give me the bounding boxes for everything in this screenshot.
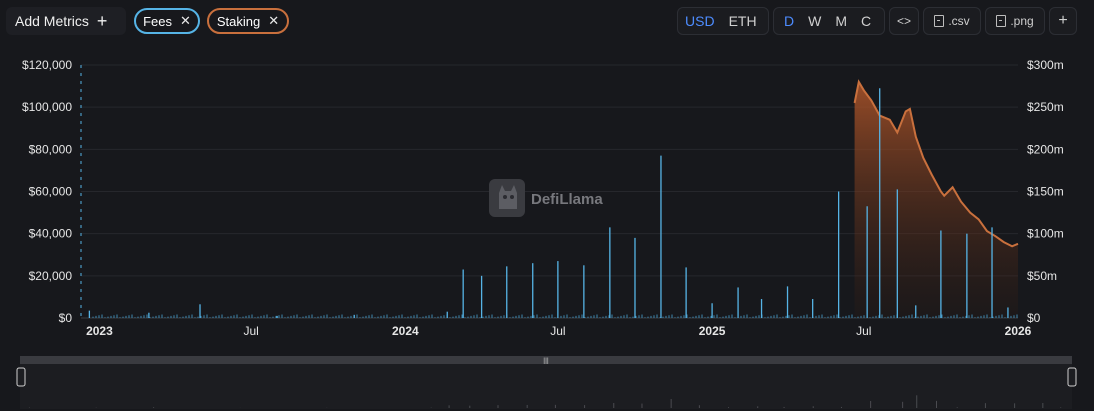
y-left-tick-label: $100,000 [22, 100, 72, 114]
y-right-tick-label: $50m [1027, 269, 1057, 283]
x-tick-label: Jul [243, 324, 258, 338]
add-metrics-button[interactable]: Add Metrics + [6, 7, 126, 35]
y-axis-left: $0 $20,000 $40,000 $60,000 $80,000 $100,000 $1… [22, 58, 82, 325]
y-left-tick-label: $40,000 [29, 227, 73, 241]
currency-option-eth[interactable]: ETH [722, 13, 764, 29]
granularity-option-w[interactable]: W [801, 13, 828, 29]
range-navigator[interactable]: ||| [16, 356, 1077, 409]
expand-button[interactable]: + [1049, 7, 1077, 35]
y-right-tick-label: $200m [1027, 142, 1064, 156]
file-icon [996, 15, 1007, 27]
y-left-tick-label: $80,000 [29, 142, 73, 156]
download-csv-button[interactable]: .csv [923, 7, 981, 35]
add-metrics-label: Add Metrics [15, 13, 89, 29]
navigator-right-handle[interactable] [1067, 367, 1077, 387]
csv-label: .csv [948, 14, 970, 28]
x-tick-label: 2025 [699, 324, 726, 338]
x-tick-label: Jul [856, 324, 871, 338]
y-left-tick-label: $20,000 [29, 269, 73, 283]
pill-label: Fees [143, 13, 172, 29]
y-right-tick-label: $0 [1027, 311, 1041, 325]
x-tick-label: Jul [550, 324, 565, 338]
embed-button[interactable]: <> [889, 7, 919, 35]
granularity-option-m[interactable]: M [828, 13, 854, 29]
x-axis: 2023 Jul 2024 Jul 2025 Jul 2026 [86, 324, 1032, 338]
granularity-option-c[interactable]: C [854, 13, 878, 29]
y-right-tick-label: $150m [1027, 185, 1064, 199]
x-tick-label: 2023 [86, 324, 113, 338]
metric-pill-staking[interactable]: Staking ✕ [207, 8, 289, 34]
y-right-tick-label: $100m [1027, 227, 1064, 241]
file-icon [934, 15, 945, 27]
y-right-tick-label: $250m [1027, 100, 1064, 114]
navigator-left-handle[interactable] [16, 367, 26, 387]
granularity-option-d[interactable]: D [777, 13, 801, 29]
y-left-tick-label: $120,000 [22, 58, 72, 72]
close-icon[interactable]: ✕ [180, 13, 191, 29]
code-brackets-icon: <> [896, 14, 911, 28]
y-left-tick-label: $60,000 [29, 185, 73, 199]
x-tick-label: 2024 [392, 324, 419, 338]
toolbar: Add Metrics + Fees ✕ Staking ✕ USD ETH D… [0, 0, 1094, 42]
png-label: .png [1010, 14, 1034, 28]
plus-icon: + [96, 11, 108, 31]
pill-label: Staking [216, 13, 261, 29]
x-tick-label: 2026 [1005, 324, 1032, 338]
metric-pill-fees[interactable]: Fees ✕ [134, 8, 200, 34]
currency-toggle: USD ETH [677, 7, 769, 35]
y-right-tick-label: $300m [1027, 58, 1064, 72]
llama-logo-icon [489, 179, 525, 217]
y-left-tick-label: $0 [59, 311, 73, 325]
currency-option-usd[interactable]: USD [678, 13, 722, 29]
chart: DefiLlama $0 $20,000 $40,000 $60,000 $80,000… [16, 58, 1077, 409]
navigator-window[interactable] [20, 364, 1072, 409]
plus-icon: + [1058, 12, 1068, 29]
close-icon[interactable]: ✕ [268, 13, 279, 29]
granularity-toggle: D W M C [773, 7, 885, 35]
watermark-text: DefiLlama [531, 191, 603, 208]
y-axis-right: $0 $50m $100m $150m $200m $250m $300m [1027, 58, 1064, 325]
grip-icon: ||| [543, 358, 549, 365]
download-png-button[interactable]: .png [985, 7, 1045, 35]
watermark: DefiLlama [489, 179, 603, 217]
